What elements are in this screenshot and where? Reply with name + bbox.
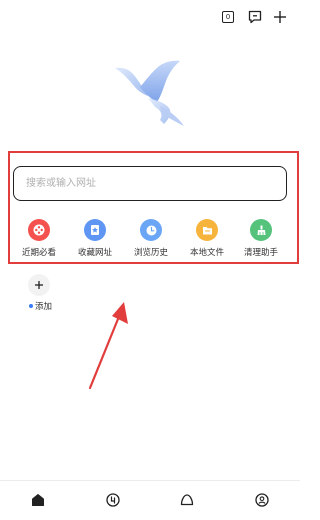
search-input[interactable] <box>24 177 276 190</box>
quick-item-history[interactable]: 浏览历史 <box>123 219 179 258</box>
quick-item-recent-must-watch[interactable]: 近期必看 <box>11 219 67 258</box>
broom-icon <box>250 219 272 241</box>
quick-item-label: 本地文件 <box>189 248 224 258</box>
quick-item-bookmarks[interactable]: 收藏网址 <box>67 219 123 258</box>
star-bookmark-icon <box>84 219 106 241</box>
profile-icon[interactable] <box>254 492 270 508</box>
quick-item-label: 清理助手 <box>243 248 278 258</box>
annotation-arrow <box>88 302 128 390</box>
message-icon[interactable] <box>247 9 263 25</box>
folder-icon <box>196 219 218 241</box>
add-shortcut-label: 添加 <box>29 300 52 312</box>
browser-logo-bird <box>115 60 184 126</box>
quick-item-label: 浏览历史 <box>133 248 168 258</box>
quick-item-cleaner[interactable]: 清理助手 <box>233 219 289 258</box>
quick-item-local-files[interactable]: 本地文件 <box>179 219 235 258</box>
search-bar[interactable] <box>13 166 287 201</box>
quick-item-label: 近期必看 <box>21 248 56 258</box>
home-icon[interactable] <box>30 492 46 508</box>
tab-count-button[interactable]: 0 <box>222 11 234 23</box>
film-reel-icon <box>28 219 50 241</box>
plus-icon <box>35 281 43 289</box>
cloud-icon[interactable] <box>179 492 195 508</box>
tab-count-value: 0 <box>225 13 231 21</box>
quick-item-label: 收藏网址 <box>77 248 112 258</box>
add-shortcut-text: 添加 <box>35 302 53 312</box>
add-shortcut-button[interactable] <box>28 274 50 296</box>
new-dot-indicator <box>29 304 33 308</box>
clock-icon <box>140 219 162 241</box>
grid-icon[interactable] <box>105 492 121 508</box>
plus-icon[interactable] <box>272 9 288 25</box>
bottom-nav <box>0 480 300 520</box>
